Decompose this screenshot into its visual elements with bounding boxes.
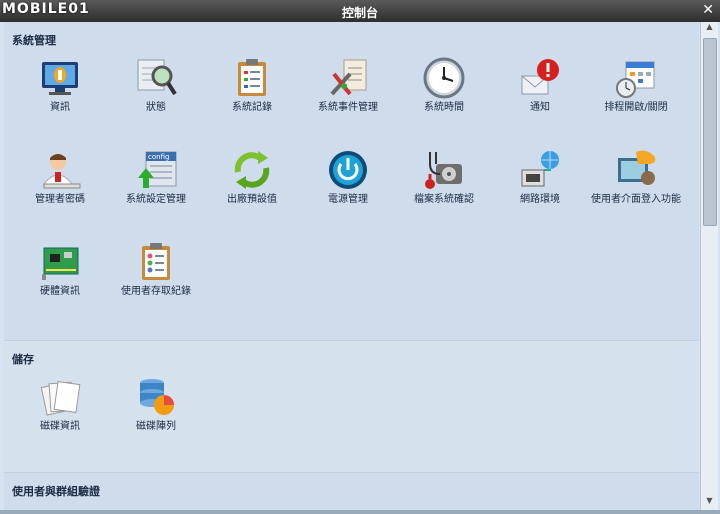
section-storage: 儲存 磁碟資訊 磁碟陣列 <box>4 340 699 473</box>
item-label: 使用者存取紀錄 <box>121 286 191 297</box>
item-label: 資訊 <box>50 102 70 113</box>
section-title-storage: 儲存 <box>12 353 34 366</box>
window-title: 控制台 <box>341 6 378 20</box>
item-label: 系統設定管理 <box>126 194 186 205</box>
svg-text:config: config <box>148 153 169 161</box>
clock-icon <box>422 56 466 100</box>
section-title-system: 系統管理 <box>12 34 56 47</box>
item-admin-password[interactable]: 管理者密碼 <box>12 148 108 206</box>
item-ui-login[interactable]: 使用者介面登入功能 <box>588 148 684 206</box>
item-label: 系統時間 <box>424 102 464 113</box>
ui-login-icon <box>614 148 658 192</box>
item-network[interactable]: 網路環境 <box>492 148 588 206</box>
scroll-up-icon[interactable]: ▲ <box>701 22 718 36</box>
section-system: 系統管理 資訊 狀態 系統記錄 系統事件管理 系統時間 通知 排程開啟/關閉 管… <box>4 22 699 340</box>
item-config-management[interactable]: config 系統設定管理 <box>108 148 204 206</box>
close-icon[interactable]: ✕ <box>702 2 714 18</box>
item-info[interactable]: 資訊 <box>12 56 108 114</box>
item-factory-reset[interactable]: 出廠預設值 <box>204 148 300 206</box>
item-user-access-log[interactable]: 使用者存取紀錄 <box>108 240 204 298</box>
item-raid[interactable]: 磁碟陣列 <box>108 375 204 433</box>
item-label: 管理者密碼 <box>35 194 85 205</box>
clipboard-users-icon <box>134 240 178 284</box>
section-title-users: 使用者與群組驗證 <box>12 485 100 498</box>
circuit-board-icon <box>38 240 82 284</box>
item-schedule[interactable]: 排程開啟/關閉 <box>588 56 684 114</box>
item-label: 系統事件管理 <box>318 102 378 113</box>
item-label: 電源管理 <box>328 194 368 205</box>
recycle-arrows-icon <box>230 148 274 192</box>
item-system-log[interactable]: 系統記錄 <box>204 56 300 114</box>
title-bar: MOBILE01 控制台 ✕ <box>0 0 720 22</box>
item-label: 使用者介面登入功能 <box>591 194 681 205</box>
envelope-alert-icon <box>518 56 562 100</box>
tools-event-icon <box>326 56 370 100</box>
item-label: 磁碟資訊 <box>40 421 80 432</box>
item-filesystem-check[interactable]: 檔案系統確認 <box>396 148 492 206</box>
item-notification[interactable]: 通知 <box>492 56 588 114</box>
item-label: 排程開啟/關閉 <box>604 102 668 113</box>
window-bottom-edge <box>0 510 720 514</box>
item-label: 通知 <box>530 102 550 113</box>
item-system-time[interactable]: 系統時間 <box>396 56 492 114</box>
vertical-scrollbar[interactable]: ▲ ▼ <box>700 22 718 510</box>
power-icon <box>326 148 370 192</box>
section-users: 使用者與群組驗證 <box>4 472 699 510</box>
network-globe-icon <box>518 148 562 192</box>
clipboard-log-icon <box>230 56 274 100</box>
item-status[interactable]: 狀態 <box>108 56 204 114</box>
item-label: 硬體資訊 <box>40 286 80 297</box>
scroll-thumb[interactable] <box>703 38 717 226</box>
item-label: 狀態 <box>146 102 166 113</box>
monitor-info-icon <box>38 56 82 100</box>
disk-papers-icon <box>38 375 82 419</box>
admin-user-icon <box>38 148 82 192</box>
control-panel-content: 系統管理 資訊 狀態 系統記錄 系統事件管理 系統時間 通知 排程開啟/關閉 管… <box>4 22 699 510</box>
config-icon: config <box>134 148 178 192</box>
scroll-down-icon[interactable]: ▼ <box>701 496 718 510</box>
raid-database-icon <box>134 375 178 419</box>
magnifier-status-icon <box>134 56 178 100</box>
item-label: 出廠預設值 <box>227 194 277 205</box>
item-hardware-info[interactable]: 硬體資訊 <box>12 240 108 298</box>
item-label: 檔案系統確認 <box>414 194 474 205</box>
item-disk-info[interactable]: 磁碟資訊 <box>12 375 108 433</box>
item-label: 系統記錄 <box>232 102 272 113</box>
calendar-clock-icon <box>614 56 658 100</box>
item-label: 網路環境 <box>520 194 560 205</box>
stethoscope-disk-icon <box>422 148 466 192</box>
item-power-management[interactable]: 電源管理 <box>300 148 396 206</box>
item-event-management[interactable]: 系統事件管理 <box>300 56 396 114</box>
item-label: 磁碟陣列 <box>136 421 176 432</box>
